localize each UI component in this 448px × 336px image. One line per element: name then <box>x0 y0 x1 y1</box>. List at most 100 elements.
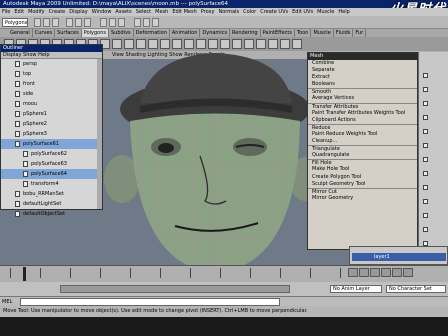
go-to-start-icon[interactable] <box>348 268 358 277</box>
list-item[interactable]: persp <box>1 59 101 69</box>
menu-edit-uvs[interactable]: Edit UVs <box>290 9 315 15</box>
list-item[interactable]: polySurface64 <box>1 169 101 179</box>
shelf-tool-icon[interactable] <box>124 39 134 49</box>
menu-window[interactable]: Window <box>90 9 114 15</box>
menu-create-uvs[interactable]: Create UVs <box>258 9 290 15</box>
command-input[interactable] <box>20 298 280 306</box>
menu-item-sculpt-geometry-tool[interactable]: Sculpt Geometry Tool <box>308 181 417 188</box>
render-icon[interactable] <box>134 18 141 27</box>
tab-polygons[interactable]: Polygons <box>81 29 109 37</box>
menu-normals[interactable]: Normals <box>216 9 241 15</box>
option-box-icon[interactable] <box>423 87 428 92</box>
tab-deformation[interactable]: Deformation <box>134 29 170 37</box>
option-box-icon[interactable] <box>423 227 428 232</box>
menu-item-make-hole-tool[interactable]: Make Hole Tool <box>308 166 417 173</box>
menu-edit-mesh[interactable]: Edit Mesh <box>170 9 198 15</box>
new-scene-icon[interactable] <box>34 18 41 27</box>
tab-fur[interactable]: Fur <box>353 29 367 37</box>
menu-display[interactable]: Display <box>67 9 89 15</box>
tab-toon[interactable]: Toon <box>295 29 312 37</box>
list-item[interactable]: transform4 <box>1 179 101 189</box>
shelf-tool-icon[interactable] <box>208 39 218 49</box>
menu-item-create-polygon-tool[interactable]: Create Polygon Tool <box>308 174 417 181</box>
menu-item-fill-hole[interactable]: Fill Hole <box>308 159 417 166</box>
tab-painteffects[interactable]: PaintEffects <box>261 29 295 37</box>
select-object-icon[interactable] <box>75 18 82 27</box>
list-item[interactable]: polySurface62 <box>1 149 101 159</box>
menu-item-clipboard-actions[interactable]: Clipboard Actions <box>308 117 417 124</box>
tab-dynamics[interactable]: Dynamics <box>200 29 231 37</box>
list-item[interactable]: top <box>1 69 101 79</box>
menu-color[interactable]: Color <box>241 9 258 15</box>
menu-item-triangulate[interactable]: Triangulate <box>308 145 417 152</box>
shelf-tool-icon[interactable] <box>160 39 170 49</box>
menu-item-paint-transfer-weights[interactable]: Paint Transfer Attributes Weights Tool <box>308 110 417 117</box>
option-box-icon[interactable] <box>423 185 428 190</box>
menu-item-booleans[interactable]: Booleans <box>308 81 417 88</box>
tab-subdivs[interactable]: Subdivs <box>109 29 134 37</box>
layer-row[interactable]: layer1 <box>352 253 446 261</box>
tab-general[interactable]: General <box>8 29 33 37</box>
list-item[interactable]: moou <box>1 99 101 109</box>
list-item[interactable]: pSphere2 <box>1 119 101 129</box>
menu-item-combine[interactable]: Combine <box>308 60 417 67</box>
character-set-dropdown[interactable]: No Character Set <box>386 285 446 293</box>
tab-muscle[interactable]: Muscle <box>311 29 334 37</box>
shelf-tool-icon[interactable] <box>268 39 278 49</box>
outliner-menu[interactable]: Display Show Help <box>1 52 102 59</box>
option-box-icon[interactable] <box>423 171 428 176</box>
menu-item-paint-reduce-weights[interactable]: Paint Reduce Weights Tool <box>308 131 417 138</box>
menu-create[interactable]: Create <box>47 9 68 15</box>
list-item[interactable]: bobu_RRManSet <box>1 189 101 199</box>
option-box-icon[interactable] <box>423 143 428 148</box>
shelf-tool-icon[interactable] <box>148 39 158 49</box>
menuset-dropdown[interactable]: Polygons <box>2 18 28 27</box>
menu-item-mirror-cut[interactable]: Mirror Cut <box>308 187 417 195</box>
shelf-tool-icon[interactable] <box>220 39 230 49</box>
step-forward-icon[interactable] <box>392 268 402 277</box>
shelf-tool-icon[interactable] <box>196 39 206 49</box>
snap-point-icon[interactable] <box>118 18 125 27</box>
menu-help[interactable]: Help <box>336 9 351 15</box>
shelf-tool-icon[interactable] <box>136 39 146 49</box>
outliner-scrollbar[interactable] <box>97 59 102 209</box>
menu-edit[interactable]: Edit <box>12 9 26 15</box>
select-hierarchy-icon[interactable] <box>66 18 73 27</box>
play-forward-icon[interactable] <box>381 268 391 277</box>
menu-select[interactable]: Select <box>134 9 153 15</box>
option-box-icon[interactable] <box>423 213 428 218</box>
step-back-icon[interactable] <box>359 268 369 277</box>
menu-item-average-vertices[interactable]: Average Vertices <box>308 95 417 102</box>
menu-item-cleanup[interactable]: Cleanup... <box>308 138 417 145</box>
mel-label[interactable]: MEL <box>2 298 18 306</box>
anim-layer-dropdown[interactable]: No Anim Layer <box>330 285 382 293</box>
list-item[interactable]: defaultLightSet <box>1 199 101 209</box>
list-item[interactable]: pSphere3 <box>1 129 101 139</box>
tab-fluids[interactable]: Fluids <box>334 29 354 37</box>
list-item[interactable]: front <box>1 79 101 89</box>
menu-item-quadrangulate[interactable]: Quadrangulate <box>308 152 417 159</box>
option-box-icon[interactable] <box>423 129 428 134</box>
menu-item-reduce[interactable]: Reduce <box>308 123 417 131</box>
shelf-tool-icon[interactable] <box>184 39 194 49</box>
shelf-tool-icon[interactable] <box>232 39 242 49</box>
option-box-icon[interactable] <box>423 199 428 204</box>
shelf-tool-icon[interactable] <box>244 39 254 49</box>
list-item[interactable]: polySurface63 <box>1 159 101 169</box>
list-item[interactable]: side <box>1 89 101 99</box>
menu-item-separate[interactable]: Separate <box>308 67 417 74</box>
tab-animation[interactable]: Animation <box>170 29 201 37</box>
snap-curve-icon[interactable] <box>109 18 116 27</box>
list-item[interactable]: polySurface61 <box>1 139 101 149</box>
play-back-icon[interactable] <box>370 268 380 277</box>
tab-curves[interactable]: Curves <box>33 29 56 37</box>
tab-rendering[interactable]: Rendering <box>230 29 261 37</box>
menu-proxy[interactable]: Proxy <box>199 9 217 15</box>
list-item[interactable]: defaultObjectSet <box>1 209 101 219</box>
shelf-tool-icon[interactable] <box>292 39 302 49</box>
option-box-icon[interactable] <box>423 157 428 162</box>
snap-grid-icon[interactable] <box>100 18 107 27</box>
go-to-end-icon[interactable] <box>403 268 413 277</box>
list-item[interactable]: pSphere1 <box>1 109 101 119</box>
menu-item-transfer-attributes[interactable]: Transfer Attributes <box>308 102 417 110</box>
